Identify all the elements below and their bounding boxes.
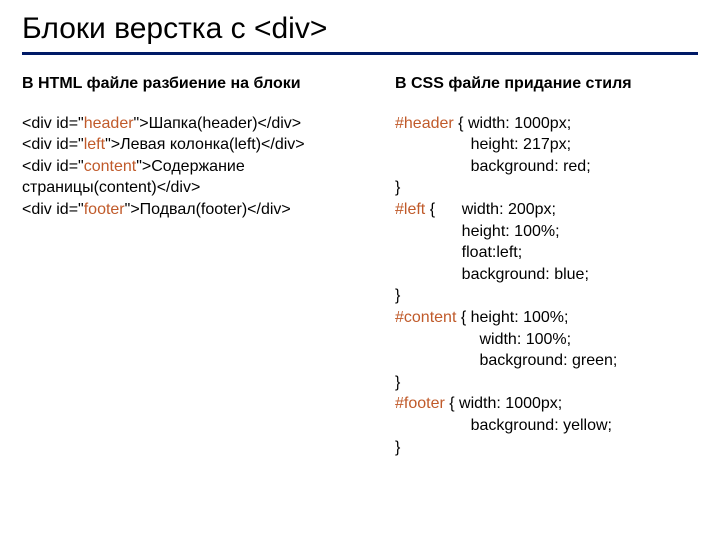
css-line: } xyxy=(395,372,698,394)
html-code-block: <div id="header">Шапка(header)</div> <di… xyxy=(22,113,377,221)
code-frag: ">Левая колонка(left)</div> xyxy=(105,136,305,153)
css-line: background: blue; xyxy=(395,264,698,286)
css-line: #header { width: 1000px; xyxy=(395,113,698,135)
css-line: width: 100%; xyxy=(395,329,698,351)
slide: Блоки верстка с <div> В HTML файле разби… xyxy=(0,0,720,458)
css-line: height: 100%; xyxy=(395,221,698,243)
code-frag: ">Содержание xyxy=(136,158,245,175)
code-id: content xyxy=(84,158,136,175)
code-id: left xyxy=(84,136,105,153)
css-line: } xyxy=(395,177,698,199)
css-rule: { height: 100%; xyxy=(456,309,568,326)
code-frag: ">Шапка(header)</div> xyxy=(134,115,302,132)
page-title: Блоки верстка с <div> xyxy=(22,12,698,46)
css-line: background: green; xyxy=(395,350,698,372)
css-line: background: red; xyxy=(395,156,698,178)
code-frag: <div id=" xyxy=(22,136,84,153)
right-heading: В CSS файле придание стиля xyxy=(395,73,698,95)
code-id: header xyxy=(84,115,134,132)
css-selector: #content xyxy=(395,309,456,326)
title-rule xyxy=(22,52,698,55)
css-line: #left { width: 200px; xyxy=(395,199,698,221)
left-heading: В HTML файле разбиение на блоки xyxy=(22,73,377,95)
css-rule: { width: 1000px; xyxy=(454,115,571,132)
css-selector: #header xyxy=(395,115,454,132)
css-line: } xyxy=(395,437,698,459)
css-line: } xyxy=(395,285,698,307)
css-line: background: yellow; xyxy=(395,415,698,437)
css-line: #content { height: 100%; xyxy=(395,307,698,329)
code-line: <div id="footer">Подвал(footer)</div> xyxy=(22,199,377,221)
css-line: #footer { width: 1000px; xyxy=(395,393,698,415)
code-frag: <div id=" xyxy=(22,158,84,175)
code-id: footer xyxy=(84,201,125,218)
css-rule: { width: 200px; xyxy=(425,201,556,218)
code-frag: ">Подвал(footer)</div> xyxy=(125,201,291,218)
code-line: <div id="left">Левая колонка(left)</div> xyxy=(22,134,377,156)
code-frag: <div id=" xyxy=(22,115,84,132)
code-line: <div id="header">Шапка(header)</div> xyxy=(22,113,377,135)
code-line: <div id="content">Содержание xyxy=(22,156,377,178)
css-selector: #left xyxy=(395,201,425,218)
right-column: В CSS файле придание стиля #header { wid… xyxy=(395,73,698,458)
left-column: В HTML файле разбиение на блоки <div id=… xyxy=(22,73,377,458)
code-frag: <div id=" xyxy=(22,201,84,218)
code-line: страницы(content)</div> xyxy=(22,177,377,199)
css-line: float:left; xyxy=(395,242,698,264)
css-selector: #footer xyxy=(395,395,445,412)
css-line: height: 217px; xyxy=(395,134,698,156)
css-code-block: #header { width: 1000px; height: 217px; … xyxy=(395,113,698,459)
css-rule: { width: 1000px; xyxy=(445,395,562,412)
columns: В HTML файле разбиение на блоки <div id=… xyxy=(22,73,698,458)
